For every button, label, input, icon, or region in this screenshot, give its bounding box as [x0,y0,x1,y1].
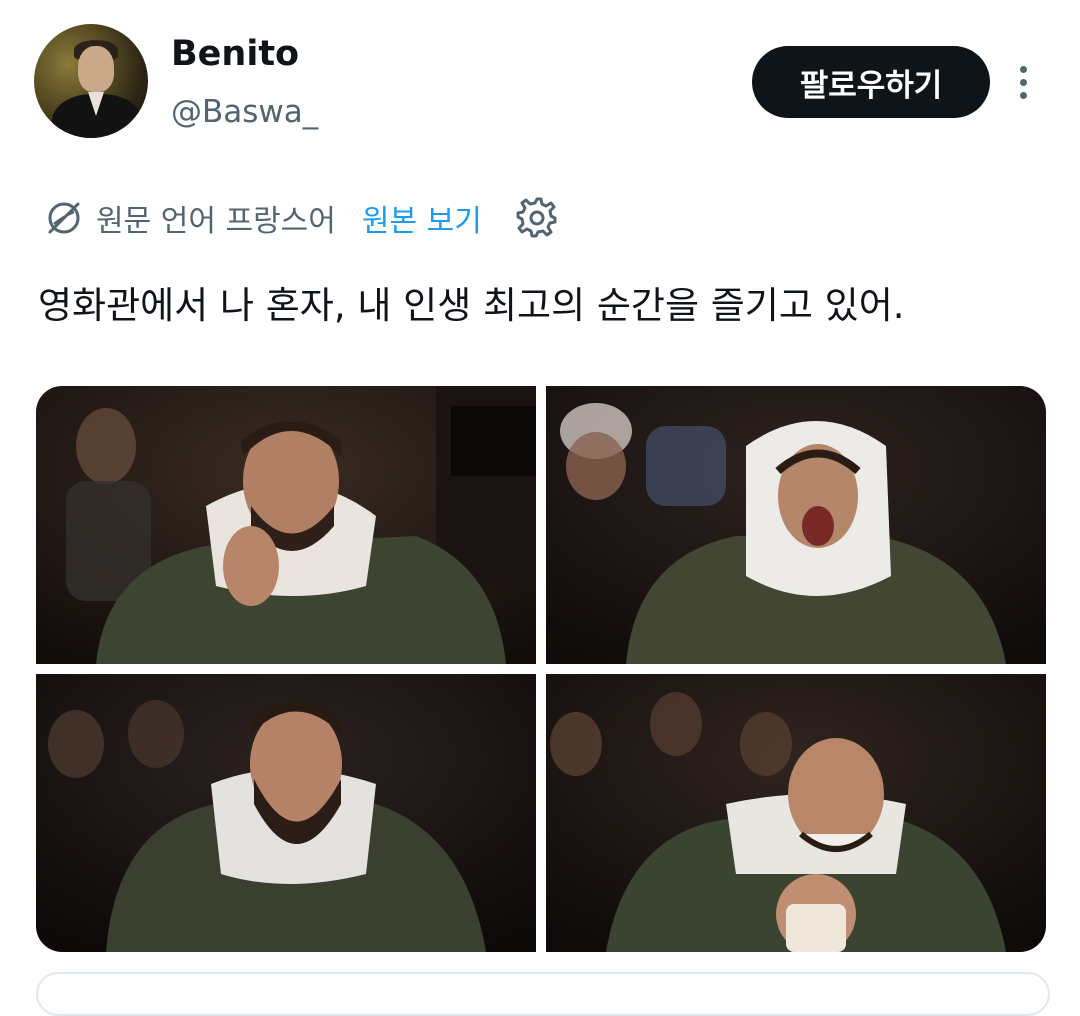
media-grid [36,386,1046,952]
avatar[interactable] [34,24,148,138]
more-dot [1019,65,1027,73]
tweet-photo-4[interactable] [546,674,1046,952]
next-card-edge [36,972,1050,1016]
globe-icon [48,202,80,234]
display-name[interactable]: Benito [171,32,299,76]
tweet-photo-2[interactable] [546,386,1046,664]
user-handle[interactable]: @Baswa_ [171,92,318,132]
tweet-text: 영화관에서 나 혼자, 내 인생 최고의 순간을 즐기고 있어. [38,284,905,327]
more-dot [1019,78,1027,86]
tweet-photo-3[interactable] [36,674,536,952]
more-dot [1019,91,1027,99]
source-language-label: 원문 언어 프랑스어 [96,204,336,239]
follow-button[interactable]: 팔로우하기 [752,46,990,118]
tweet-photo-1[interactable] [36,386,536,664]
translation-bar: 원문 언어 프랑스어 원본 보기 [44,194,558,242]
more-options-icon[interactable] [1006,60,1040,104]
avatar-face [78,46,114,92]
gear-icon[interactable] [516,197,558,239]
show-original-link[interactable]: 원본 보기 [362,196,482,240]
